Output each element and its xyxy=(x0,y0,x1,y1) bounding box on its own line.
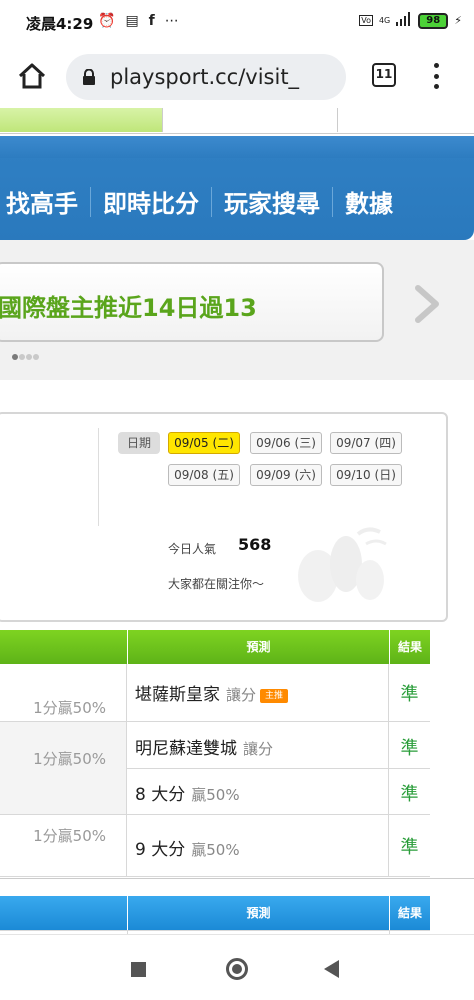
menu-dot-icon xyxy=(433,84,439,89)
carousel-dot[interactable] xyxy=(26,354,32,360)
banner-text: 國際盤主推近14日過13 xyxy=(0,294,257,322)
browser-menu-button[interactable] xyxy=(428,61,444,91)
home-system-button[interactable] xyxy=(226,958,248,980)
banner-carousel: 國際盤主推近14日過13 xyxy=(0,240,474,380)
table-header: 預測 結果 xyxy=(0,630,430,664)
stake-text: 1分贏50% xyxy=(33,699,106,717)
date-button[interactable]: 09/09 (六) xyxy=(250,464,322,486)
status-notification-icons: ⏰ ▤ f ⋯ xyxy=(98,13,179,29)
battery-level: 98 xyxy=(426,14,441,26)
main-pick-badge: 主推 xyxy=(260,689,289,703)
team-name: 8 大分 xyxy=(135,785,186,805)
home-button[interactable] xyxy=(16,60,48,92)
top-tab-active[interactable] xyxy=(0,108,162,132)
table-row: 1分贏50% 明尼蘇達雙城 讓分 準 8 大分 贏50% 準 xyxy=(0,722,430,815)
team-name: 9 大分 xyxy=(135,840,186,860)
url-text: playsport.cc/visit_ xyxy=(110,65,300,89)
charging-icon: ⚡ xyxy=(454,14,462,27)
result-text: 準 xyxy=(400,837,419,858)
back-button[interactable] xyxy=(324,960,339,978)
bet-type: 贏50% xyxy=(191,786,240,804)
team-name: 明尼蘇達雙城 xyxy=(135,739,237,759)
carousel-dot[interactable] xyxy=(12,354,18,360)
prediction-table: 預測 結果 1分贏50% 堪薩斯皇家 讓分 主推 準 1分贏50% 明尼蘇達雙城 讓分… xyxy=(0,630,430,877)
header-result: 結果 xyxy=(389,896,430,930)
nav-find-experts[interactable]: 找高手 xyxy=(6,184,88,219)
news-icon: ▤ xyxy=(125,13,139,29)
mascot-illustration xyxy=(298,527,387,602)
prediction-text[interactable]: 8 大分 贏50% xyxy=(135,780,240,805)
volte-icon: Vo xyxy=(359,15,373,26)
menu-dot-icon xyxy=(433,63,439,68)
carousel-dots xyxy=(12,354,39,360)
banner-card[interactable]: 國際盤主推近14日過13 xyxy=(0,262,384,342)
info-panel: 日期 09/05 (二) 09/06 (三) 09/07 (四) 09/08 (… xyxy=(0,412,448,622)
recent-apps-button[interactable] xyxy=(131,962,146,977)
browser-toolbar: playsport.cc/visit_ 11 xyxy=(0,46,474,108)
result-text: 準 xyxy=(400,684,419,705)
chevron-right-icon[interactable] xyxy=(412,284,442,324)
status-right-icons: Vo 4G 98 ⚡ xyxy=(359,12,462,29)
date-button[interactable]: 09/07 (四) xyxy=(330,432,402,454)
home-icon xyxy=(18,63,46,89)
url-field[interactable]: playsport.cc/visit_ xyxy=(66,54,346,100)
popularity-subtitle: 大家都在關注你～ xyxy=(168,577,265,591)
system-navigation-bar xyxy=(0,934,474,1000)
table-row: 1分贏50% 堪薩斯皇家 讓分 主推 準 xyxy=(0,664,430,722)
prediction-text[interactable]: 明尼蘇達雙城 讓分 xyxy=(135,734,273,759)
header-prediction: 預測 xyxy=(127,896,389,930)
alarm-icon: ⏰ xyxy=(98,13,116,29)
date-button[interactable]: 09/10 (日) xyxy=(330,464,402,486)
facebook-icon: f xyxy=(148,13,155,29)
bet-type: 讓分 xyxy=(226,686,257,704)
carousel-dot[interactable] xyxy=(19,354,25,360)
battery-icon: 98 xyxy=(418,12,449,29)
prediction-text[interactable]: 堪薩斯皇家 讓分 主推 xyxy=(135,680,289,705)
bet-type: 贏50% xyxy=(191,841,240,859)
table-header: 預測 結果 xyxy=(0,896,430,930)
date-label: 日期 xyxy=(118,432,160,454)
bet-type: 讓分 xyxy=(243,740,274,758)
date-button[interactable]: 09/08 (五) xyxy=(168,464,240,486)
menu-dot-icon xyxy=(433,73,439,79)
date-button[interactable]: 09/05 (二) xyxy=(168,432,240,454)
result-text: 準 xyxy=(400,784,419,805)
prediction-table-2: 預測 結果 xyxy=(0,896,430,934)
result-text: 準 xyxy=(400,738,419,759)
web-page: 找高手 即時比分 玩家搜尋 數據 國際盤主推近14日過13 日期 09/05 (… xyxy=(0,108,474,934)
lock-icon xyxy=(83,69,95,85)
network-label: 4G xyxy=(378,16,391,25)
top-tab-strip xyxy=(0,108,474,134)
team-name: 堪薩斯皇家 xyxy=(135,685,220,705)
nav-data[interactable]: 數據 xyxy=(345,184,403,219)
tab-switcher-button[interactable]: 11 xyxy=(372,63,396,87)
stake-text: 1分贏50% xyxy=(33,827,106,845)
popularity-label: 今日人氣 xyxy=(168,542,217,556)
carousel-dot[interactable] xyxy=(33,354,39,360)
more-notifications-icon: ⋯ xyxy=(164,13,179,29)
prediction-text[interactable]: 9 大分 贏50% xyxy=(135,835,240,860)
stake-text: 1分贏50% xyxy=(33,750,106,768)
table-row: 1分贏50% 9 大分 贏50% 準 xyxy=(0,815,430,877)
nav-live-scores[interactable]: 即時比分 xyxy=(103,184,209,219)
header-prediction: 預測 xyxy=(127,630,389,664)
main-nav: 找高手 即時比分 玩家搜尋 數據 xyxy=(0,136,474,240)
nav-player-search[interactable]: 玩家搜尋 xyxy=(224,184,330,219)
header-result: 結果 xyxy=(389,630,430,664)
status-bar: 凌晨4:29 ⏰ ▤ f ⋯ Vo 4G 98 ⚡ xyxy=(0,0,474,46)
signal-icon xyxy=(396,12,412,29)
date-button[interactable]: 09/06 (三) xyxy=(250,432,322,454)
status-time: 凌晨4:29 xyxy=(26,15,94,33)
popularity-value: 568 xyxy=(238,535,272,554)
